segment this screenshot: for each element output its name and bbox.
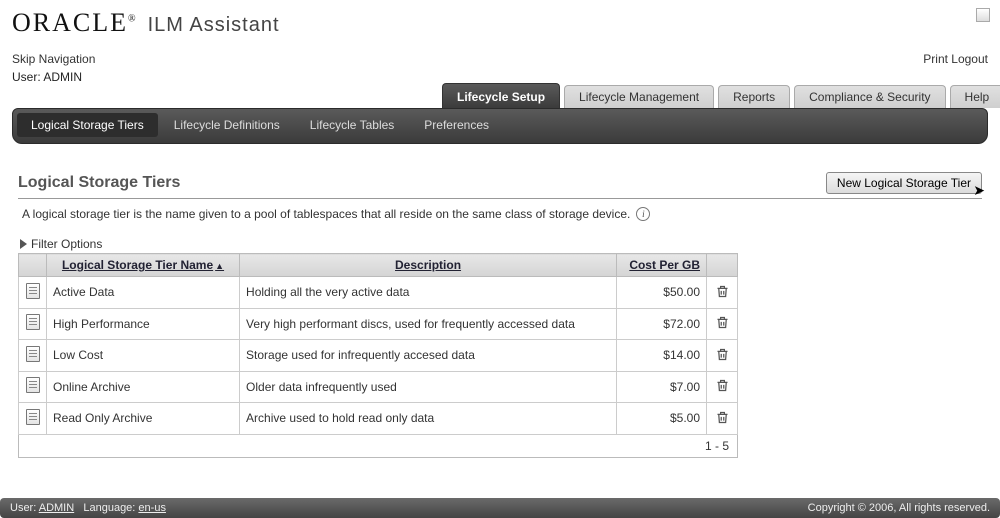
info-icon[interactable]: i — [636, 207, 650, 221]
delete-row-icon[interactable] — [713, 377, 731, 395]
cell-description: Older data infrequently used — [240, 371, 617, 403]
delete-row-icon[interactable] — [713, 314, 731, 332]
tab-label: Lifecycle Management — [579, 90, 699, 104]
cell-cost: $50.00 — [617, 277, 707, 309]
cell-description: Holding all the very active data — [240, 277, 617, 309]
delete-row-icon[interactable] — [713, 345, 731, 363]
sort-asc-icon: ▲ — [215, 261, 224, 271]
filter-options-toggle[interactable]: Filter Options — [20, 237, 982, 251]
tab-label: Lifecycle Setup — [457, 90, 545, 104]
tab-lifecycle-setup[interactable]: Lifecycle Setup — [442, 83, 560, 108]
footer-lang-label: Language: — [83, 502, 135, 514]
table-row: Active DataHolding all the very active d… — [19, 277, 738, 309]
col-desc-label: Description — [395, 258, 461, 272]
edit-row-icon[interactable] — [26, 283, 40, 299]
subtab-bar: Logical Storage Tiers Lifecycle Definiti… — [12, 108, 988, 144]
cell-name: Read Only Archive — [47, 403, 240, 435]
footer-user-label: User: — [10, 502, 36, 514]
edit-row-icon[interactable] — [26, 409, 40, 425]
col-cost-label: Cost Per GB — [629, 258, 700, 272]
col-description[interactable]: Description — [240, 254, 617, 277]
subtab-label: Lifecycle Tables — [310, 118, 395, 132]
cursor-icon: ➤ — [973, 182, 985, 199]
section-description-row: A logical storage tier is the name given… — [22, 207, 982, 221]
col-cost[interactable]: Cost Per GB — [617, 254, 707, 277]
col-name[interactable]: Logical Storage Tier Name▲ — [47, 254, 240, 277]
delete-row-icon[interactable] — [713, 282, 731, 300]
cell-name: Low Cost — [47, 340, 240, 372]
subtab-logical-storage-tiers[interactable]: Logical Storage Tiers — [17, 113, 158, 137]
delete-row-icon[interactable] — [713, 408, 731, 426]
cell-cost: $72.00 — [617, 308, 707, 340]
cell-name: Active Data — [47, 277, 240, 309]
registered-mark: ® — [128, 13, 138, 24]
cell-description: Archive used to hold read only data — [240, 403, 617, 435]
col-edit — [19, 254, 47, 277]
cell-description: Very high performant discs, used for fre… — [240, 308, 617, 340]
tab-lifecycle-management[interactable]: Lifecycle Management — [564, 85, 714, 108]
app-title: ILM Assistant — [148, 14, 280, 37]
edit-row-icon[interactable] — [26, 346, 40, 362]
skip-navigation-link[interactable]: Skip Navigation — [12, 52, 95, 66]
table-row: Online ArchiveOlder data infrequently us… — [19, 371, 738, 403]
footer-bar: User: ADMIN Language: en-us Copyright © … — [0, 498, 1000, 518]
col-delete — [707, 254, 738, 277]
tab-label: Help — [965, 90, 990, 104]
table-row: Low CostStorage used for infrequently ac… — [19, 340, 738, 372]
footer-user-value: ADMIN — [39, 502, 74, 514]
subtab-lifecycle-definitions[interactable]: Lifecycle Definitions — [160, 113, 294, 137]
subtab-preferences[interactable]: Preferences — [410, 113, 503, 137]
subtab-label: Logical Storage Tiers — [31, 118, 144, 132]
section-description: A logical storage tier is the name given… — [22, 207, 630, 221]
table-row: Read Only ArchiveArchive used to hold re… — [19, 403, 738, 435]
footer-lang-value: en-us — [138, 502, 166, 514]
subtab-lifecycle-tables[interactable]: Lifecycle Tables — [296, 113, 409, 137]
col-name-label: Logical Storage Tier Name — [62, 258, 213, 272]
oracle-logo: ORACLE® — [12, 8, 138, 38]
table-row: High PerformanceVery high performant dis… — [19, 308, 738, 340]
window-corner-icon — [976, 8, 990, 22]
subtab-label: Preferences — [424, 118, 489, 132]
edit-row-icon[interactable] — [26, 314, 40, 330]
brand-text: ORACLE — [12, 8, 128, 37]
edit-row-icon[interactable] — [26, 377, 40, 393]
cell-name: Online Archive — [47, 371, 240, 403]
cell-cost: $5.00 — [617, 403, 707, 435]
storage-tiers-table: Logical Storage Tier Name▲ Description C… — [18, 253, 738, 435]
filter-label: Filter Options — [31, 237, 102, 251]
cell-description: Storage used for infrequently accesed da… — [240, 340, 617, 372]
tab-label: Compliance & Security — [809, 90, 930, 104]
cell-name: High Performance — [47, 308, 240, 340]
tab-reports[interactable]: Reports — [718, 85, 790, 108]
triangle-right-icon — [20, 239, 27, 249]
button-label: New Logical Storage Tier — [837, 176, 971, 190]
subtab-label: Lifecycle Definitions — [174, 118, 280, 132]
row-range: 1 - 5 — [18, 435, 738, 458]
footer-left: User: ADMIN Language: en-us — [10, 502, 166, 514]
primary-tabs: Lifecycle Setup Lifecycle Management Rep… — [12, 82, 988, 108]
tab-label: Reports — [733, 90, 775, 104]
section-title: Logical Storage Tiers — [18, 174, 180, 192]
new-logical-storage-tier-button[interactable]: New Logical Storage Tier ➤ — [826, 172, 982, 194]
tab-compliance-security[interactable]: Compliance & Security — [794, 85, 945, 108]
footer-copyright: Copyright © 2006, All rights reserved. — [808, 502, 990, 514]
tab-help[interactable]: Help — [950, 85, 1000, 108]
cell-cost: $14.00 — [617, 340, 707, 372]
print-logout-link[interactable]: Print Logout — [923, 52, 988, 66]
cell-cost: $7.00 — [617, 371, 707, 403]
brand-row: ORACLE® ILM Assistant — [12, 8, 988, 38]
